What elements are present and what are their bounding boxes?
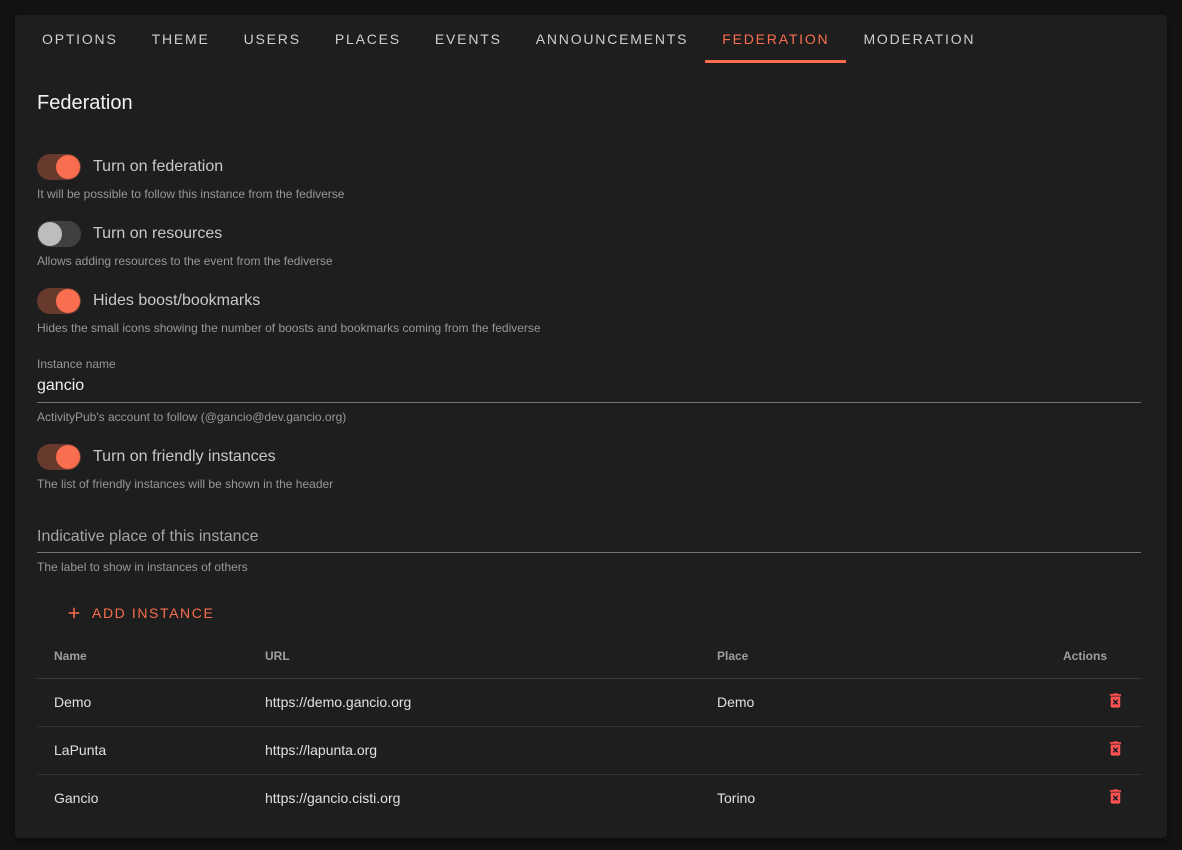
field-turn-on-resources: Turn on resources Allows adding resource…	[37, 220, 1141, 268]
friendly-instances-table: Name URL Place Actions Demo https://demo…	[37, 635, 1141, 822]
field-hide-boosts: Hides boost/bookmarks Hides the small ic…	[37, 287, 1141, 335]
hide-boosts-toggle-label: Hides boost/bookmarks	[93, 292, 260, 310]
federation-settings-panel: Federation Turn on federation It will be…	[15, 92, 1167, 838]
instance-url-cell: https://gancio.cisti.org	[248, 774, 700, 822]
tab-moderation[interactable]: MODERATION	[846, 15, 992, 63]
column-header-place: Place	[700, 635, 1046, 678]
table-row: Gancio https://gancio.cisti.org Torino	[37, 774, 1141, 822]
instance-name-field: Instance name ActivityPub's account to f…	[37, 357, 1141, 424]
instance-actions-cell	[1046, 774, 1141, 822]
column-header-actions: Actions	[1046, 635, 1141, 678]
federation-toggle-hint: It will be possible to follow this insta…	[37, 187, 1141, 201]
tab-announcements[interactable]: ANNOUNCEMENTS	[519, 15, 706, 63]
add-instance-button-label: ADD INSTANCE	[92, 605, 214, 621]
friendly-instances-toggle-hint: The list of friendly instances will be s…	[37, 477, 1141, 491]
toggle-thumb	[38, 222, 62, 246]
instance-actions-cell	[1046, 678, 1141, 726]
hide-boosts-toggle-hint: Hides the small icons showing the number…	[37, 321, 1141, 335]
instance-name-input[interactable]	[37, 376, 1141, 396]
admin-settings-card: OPTIONS THEME USERS PLACES EVENTS ANNOUN…	[15, 15, 1167, 838]
hide-boosts-toggle[interactable]	[37, 288, 81, 314]
friendly-instances-toggle-label: Turn on friendly instances	[93, 448, 276, 466]
field-turn-on-federation: Turn on federation It will be possible t…	[37, 153, 1141, 201]
delete-instance-button[interactable]	[1106, 691, 1125, 710]
column-header-name: Name	[37, 635, 248, 678]
instance-name-cell: Gancio	[37, 774, 248, 822]
toggle-thumb	[56, 155, 80, 179]
input-underline	[37, 402, 1141, 403]
tab-users[interactable]: USERS	[227, 15, 318, 63]
resources-toggle-hint: Allows adding resources to the event fro…	[37, 254, 1141, 268]
delete-instance-button[interactable]	[1106, 787, 1125, 806]
instance-name-cell: Demo	[37, 678, 248, 726]
instance-place-cell: Demo	[700, 678, 1046, 726]
delete-instance-button[interactable]	[1106, 739, 1125, 758]
tab-events[interactable]: EVENTS	[418, 15, 519, 63]
input-underline	[37, 552, 1141, 553]
instance-url-cell: https://demo.gancio.org	[248, 678, 700, 726]
table-row: Demo https://demo.gancio.org Demo	[37, 678, 1141, 726]
tab-theme[interactable]: THEME	[135, 15, 227, 63]
table-row: LaPunta https://lapunta.org	[37, 726, 1141, 774]
instance-name-cell: LaPunta	[37, 726, 248, 774]
instance-actions-cell	[1046, 726, 1141, 774]
federation-toggle-label: Turn on federation	[93, 158, 223, 176]
field-friendly-instances: Turn on friendly instances The list of f…	[37, 443, 1141, 491]
toggle-thumb	[56, 445, 80, 469]
delete-forever-icon	[1106, 698, 1125, 713]
table-header-row: Name URL Place Actions	[37, 635, 1141, 678]
instance-place-field: The label to show in instances of others	[37, 527, 1141, 574]
add-instance-button[interactable]: ADD INSTANCE	[57, 595, 222, 631]
resources-toggle[interactable]	[37, 221, 81, 247]
instance-name-hint: ActivityPub's account to follow (@gancio…	[37, 410, 1141, 424]
instance-place-input[interactable]	[37, 527, 1141, 547]
column-header-url: URL	[248, 635, 700, 678]
instance-url-cell: https://lapunta.org	[248, 726, 700, 774]
toggle-thumb	[56, 289, 80, 313]
admin-tabbar: OPTIONS THEME USERS PLACES EVENTS ANNOUN…	[15, 15, 1167, 63]
tab-federation[interactable]: FEDERATION	[705, 15, 846, 63]
tab-options[interactable]: OPTIONS	[25, 15, 135, 63]
plus-icon	[65, 604, 83, 622]
instance-place-hint: The label to show in instances of others	[37, 560, 1141, 574]
friendly-instances-toggle[interactable]	[37, 444, 81, 470]
delete-forever-icon	[1106, 746, 1125, 761]
instance-place-cell	[700, 726, 1046, 774]
instance-place-cell: Torino	[700, 774, 1046, 822]
delete-forever-icon	[1106, 794, 1125, 809]
tab-places[interactable]: PLACES	[318, 15, 418, 63]
resources-toggle-label: Turn on resources	[93, 225, 222, 243]
instance-name-label: Instance name	[37, 357, 1141, 372]
page-title: Federation	[37, 92, 1141, 115]
federation-toggle[interactable]	[37, 154, 81, 180]
